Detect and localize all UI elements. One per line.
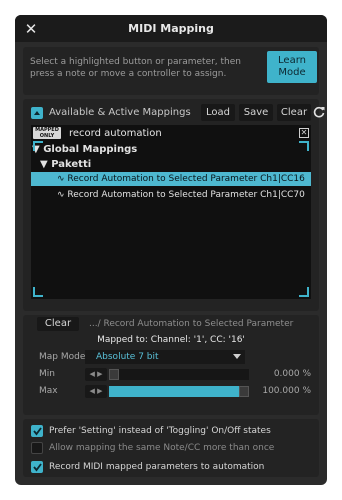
tree-root-label: Global Mappings (43, 144, 138, 155)
options-panel: Prefer 'Setting' instead of 'Toggling' O… (23, 419, 319, 477)
option-checkbox-prefer-setting[interactable] (31, 425, 43, 437)
map-mode-value: Absolute 7 bit (96, 352, 159, 362)
mapped-to-label: Mapped to: Channel: '1', CC: '16' (97, 335, 245, 345)
chevron-down-icon (233, 354, 241, 359)
option-label: Prefer 'Setting' instead of 'Toggling' O… (49, 426, 271, 436)
max-slider-fill (109, 386, 239, 397)
mappings-tree[interactable]: MAPPED ONLY record automation ✕ ▼ Global… (31, 125, 311, 299)
tree-item-label: Record Automation to Selected Parameter … (67, 174, 305, 184)
min-value: 0.000 % (273, 369, 311, 379)
option-checkbox-allow-duplicate[interactable] (31, 442, 43, 454)
min-label: Min (39, 369, 55, 379)
option-label: Record MIDI mapped parameters to automat… (49, 462, 265, 472)
refresh-icon[interactable] (312, 105, 326, 119)
checkmark-icon (33, 463, 42, 472)
corner-marker-bl (33, 287, 43, 297)
tree-item[interactable]: ∿ Record Automation to Selected Paramete… (57, 188, 305, 202)
min-slider[interactable] (109, 369, 249, 380)
tree-root[interactable]: ▼ Global Mappings (32, 143, 137, 156)
mapping-wave-icon: ∿ (57, 190, 65, 200)
option-label: Allow mapping the same Note/CC more than… (49, 443, 275, 453)
tree-group-label: Paketti (51, 159, 92, 170)
chevron-up-icon (34, 111, 40, 115)
map-mode-select[interactable]: Absolute 7 bit (85, 350, 245, 364)
title-bar: MIDI Mapping ✕ (15, 15, 327, 42)
corner-marker-tr (299, 141, 309, 151)
clear-search-icon[interactable]: ✕ (299, 128, 309, 138)
corner-marker-br (299, 287, 309, 297)
clear-mapping-button[interactable]: Clear (37, 317, 79, 331)
corner-marker-tl (33, 141, 43, 151)
tree-item-label: Record Automation to Selected Parameter … (67, 190, 305, 200)
max-slider-handle[interactable] (239, 386, 249, 397)
tree-group[interactable]: ▼ Paketti (40, 158, 91, 171)
map-mode-label: Map Mode (39, 352, 86, 362)
learn-hint: Select a highlighted button or parameter… (30, 57, 242, 79)
save-button[interactable]: Save (239, 104, 273, 121)
mapping-wave-icon: ∿ (57, 174, 65, 184)
learn-panel: Select a highlighted button or parameter… (23, 47, 319, 95)
mapping-target-path: .../ Record Automation to Selected Param… (89, 319, 294, 329)
checkmark-icon (33, 427, 42, 436)
max-value: 100.000 % (262, 386, 311, 396)
option-checkbox-record-automation[interactable] (31, 461, 43, 473)
expand-triangle-icon: ▼ (40, 159, 48, 170)
min-slider-handle[interactable] (109, 369, 119, 380)
learn-mode-button[interactable]: Learn Mode (267, 51, 317, 83)
max-label: Max (39, 386, 58, 396)
max-slider[interactable] (109, 386, 249, 397)
min-stepper[interactable]: ◀ ▶ (85, 368, 107, 381)
collapse-section-button[interactable] (31, 107, 43, 119)
mapping-detail-panel: Clear .../ Record Automation to Selected… (23, 315, 319, 415)
load-button[interactable]: Load (201, 104, 235, 121)
mapped-only-toggle[interactable]: MAPPED ONLY (33, 127, 61, 139)
close-button[interactable]: ✕ (23, 21, 39, 37)
clear-mappings-button[interactable]: Clear (277, 104, 311, 121)
window-title: MIDI Mapping (128, 22, 214, 35)
mapped-only-line2: ONLY (39, 132, 55, 139)
mappings-section-title: Available & Active Mappings (49, 107, 191, 118)
max-stepper[interactable]: ◀ ▶ (85, 385, 107, 398)
learn-mode-label-line2: Mode (278, 67, 306, 78)
midi-mapping-window: MIDI Mapping ✕ Select a highlighted butt… (15, 15, 327, 485)
tree-item-selected[interactable]: ∿ Record Automation to Selected Paramete… (57, 172, 305, 186)
learn-mode-label-line1: Learn (278, 55, 306, 66)
search-input[interactable]: record automation (69, 127, 162, 141)
